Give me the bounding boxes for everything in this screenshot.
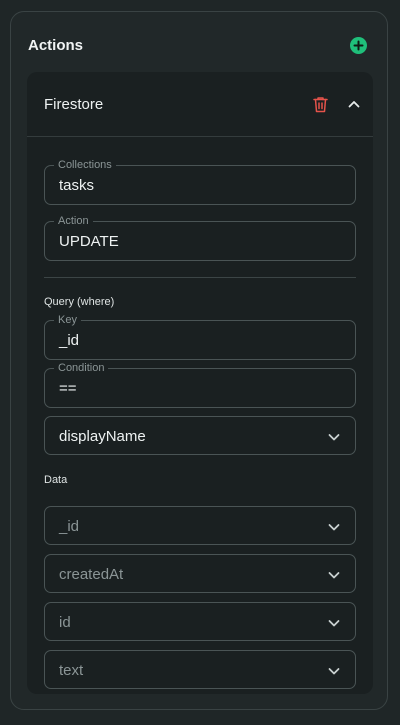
plus-circle-icon [353, 40, 364, 50]
chevron-down-icon [328, 572, 340, 579]
collapse-button[interactable] [345, 95, 363, 113]
data-row-select[interactable]: id [44, 602, 356, 641]
action-field[interactable]: Action UPDATE [44, 214, 356, 261]
data-row-value: text [59, 662, 84, 679]
query-condition-label: Condition [54, 361, 109, 375]
data-row-value: id [59, 614, 71, 631]
trash-icon [312, 96, 328, 112]
query-condition-field[interactable]: Condition == [44, 361, 356, 408]
query-value-select[interactable]: displayName [44, 416, 356, 455]
action-label: Action [54, 214, 93, 228]
data-row-select[interactable]: text [44, 650, 356, 689]
chevron-down-icon [328, 524, 340, 531]
chevron-down-icon [328, 668, 340, 675]
data-row-value: _id [59, 518, 80, 535]
data-row-value: createdAt [59, 566, 124, 583]
query-section-label: Query (where) [44, 296, 115, 308]
collections-label: Collections [54, 158, 116, 172]
card-header[interactable]: Firestore [27, 72, 373, 137]
collections-field[interactable]: Collections tasks [44, 158, 356, 205]
chevron-up-icon [348, 101, 360, 108]
delete-button[interactable] [311, 95, 329, 113]
query-key-label: Key [54, 313, 81, 327]
data-row-select[interactable]: _id [44, 506, 356, 545]
chevron-down-icon [328, 434, 340, 441]
data-section-label: Data [44, 474, 68, 486]
actions-panel: Actions Firestore Collections tasks Acti… [10, 11, 388, 710]
add-action-button[interactable] [350, 36, 367, 54]
card-title: Firestore [44, 95, 104, 113]
query-value-selected: displayName [59, 428, 146, 445]
chevron-down-icon [328, 620, 340, 627]
query-key-field[interactable]: Key _id [44, 313, 356, 360]
query-key-value: _id [59, 332, 80, 349]
data-row-select[interactable]: createdAt [44, 554, 356, 593]
panel-title: Actions [28, 36, 84, 54]
collections-value: tasks [59, 177, 95, 194]
firestore-action-card: Firestore Collections tasks Action UPDAT… [27, 72, 373, 694]
divider [44, 277, 356, 278]
query-condition-value: == [59, 380, 77, 397]
panel-header: Actions [28, 34, 367, 56]
action-value: UPDATE [59, 233, 119, 250]
